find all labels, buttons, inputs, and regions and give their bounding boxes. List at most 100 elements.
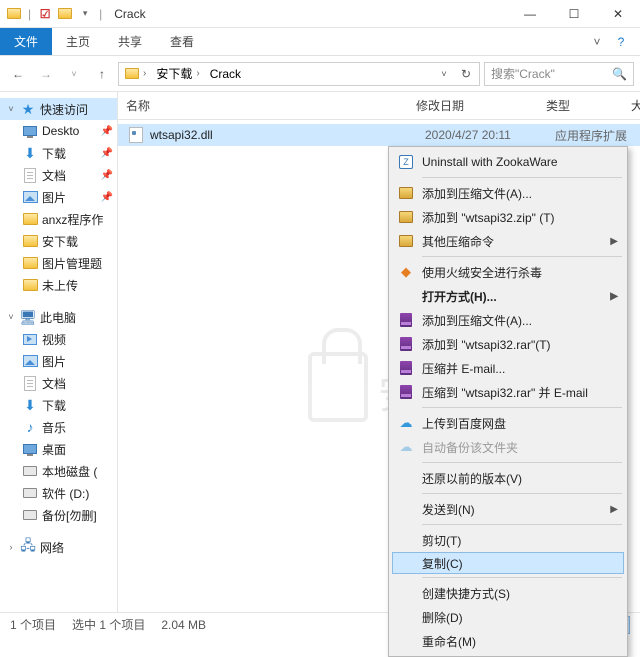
tree-this-pc[interactable]: ˅ 🖥 此电脑 bbox=[0, 306, 117, 328]
menu-shortcut[interactable]: 创建快捷方式(S) bbox=[392, 581, 624, 605]
folder-icon[interactable] bbox=[57, 6, 73, 22]
status-size: 2.04 MB bbox=[161, 618, 206, 632]
file-type: 应用程序扩展 bbox=[555, 127, 640, 144]
tree-item[interactable]: ♪音乐 bbox=[0, 416, 117, 438]
tree-quick-access[interactable]: ˅ ★ 快速访问 bbox=[0, 98, 117, 120]
tree-item[interactable]: 软件 (D:) bbox=[0, 482, 117, 504]
qat-dropdown-icon[interactable]: ▾ bbox=[77, 6, 93, 22]
menu-separator bbox=[422, 177, 622, 178]
tree-item[interactable]: 备份[勿删] bbox=[0, 504, 117, 526]
back-button[interactable]: ← bbox=[6, 62, 30, 86]
tree-item[interactable]: 图片 bbox=[0, 350, 117, 372]
submenu-arrow-icon: ▶ bbox=[610, 291, 618, 302]
file-row[interactable]: wtsapi32.dll 2020/4/27 20:11 应用程序扩展 bbox=[118, 124, 640, 146]
tree-item[interactable]: 安下载 bbox=[0, 230, 117, 252]
context-menu: ZUninstall with ZookaWare 添加到压缩文件(A)... … bbox=[388, 146, 628, 657]
status-count: 1 个项目 bbox=[10, 616, 56, 633]
drive-icon bbox=[22, 507, 38, 523]
tree-item[interactable]: 未上传 bbox=[0, 274, 117, 296]
menu-compress-rar-email[interactable]: 压缩到 "wtsapi32.rar" 并 E-mail bbox=[392, 380, 624, 404]
rar-icon bbox=[397, 311, 415, 329]
ribbon-expand-icon[interactable]: ˅ bbox=[586, 31, 608, 53]
tab-share[interactable]: 共享 bbox=[104, 28, 156, 55]
tree-network[interactable]: › 🖧 网络 bbox=[0, 536, 117, 558]
tree-item[interactable]: 本地磁盘 ( bbox=[0, 460, 117, 482]
chevron-right-icon[interactable]: › bbox=[6, 542, 16, 552]
qat-separator: | bbox=[99, 7, 102, 21]
tree-item[interactable]: ⬇下载📌 bbox=[0, 142, 117, 164]
menu-uninstall[interactable]: ZUninstall with ZookaWare bbox=[392, 150, 624, 174]
tree-item[interactable]: 桌面 bbox=[0, 438, 117, 460]
picture-icon bbox=[22, 189, 38, 205]
download-icon: ⬇ bbox=[22, 145, 38, 161]
chevron-right-icon[interactable]: › bbox=[196, 68, 199, 79]
col-name[interactable]: 名称 bbox=[118, 97, 408, 114]
shield-icon: ◆ bbox=[397, 263, 415, 281]
pin-icon: 📌 bbox=[101, 148, 113, 159]
chevron-down-icon[interactable]: ˅ bbox=[6, 104, 16, 114]
tab-file[interactable]: 文件 bbox=[0, 28, 52, 55]
recent-dropdown-icon[interactable]: ˅ bbox=[62, 62, 86, 86]
network-icon: 🖧 bbox=[20, 539, 36, 555]
tree-item[interactable]: 文档📌 bbox=[0, 164, 117, 186]
tree-item[interactable]: Deskto📌 bbox=[0, 120, 117, 142]
menu-compress-email[interactable]: 压缩并 E-mail... bbox=[392, 356, 624, 380]
menu-other-compress[interactable]: 其他压缩命令▶ bbox=[392, 229, 624, 253]
menu-separator bbox=[422, 577, 622, 578]
breadcrumb-segment[interactable]: 安下载 bbox=[156, 65, 192, 82]
tab-home[interactable]: 主页 bbox=[52, 28, 104, 55]
menu-separator bbox=[422, 407, 622, 408]
check-icon[interactable]: ☑ bbox=[37, 6, 53, 22]
menu-delete[interactable]: 删除(D) bbox=[392, 605, 624, 629]
column-headers[interactable]: 名称 修改日期 类型 大 bbox=[118, 92, 640, 120]
search-icon[interactable]: 🔍 bbox=[612, 67, 627, 81]
tree-item[interactable]: anxz程序作 bbox=[0, 208, 117, 230]
document-icon bbox=[22, 167, 38, 183]
menu-add-zip[interactable]: 添加到 "wtsapi32.zip" (T) bbox=[392, 205, 624, 229]
tree-item[interactable]: 视频 bbox=[0, 328, 117, 350]
menu-separator bbox=[422, 524, 622, 525]
download-icon: ⬇ bbox=[22, 397, 38, 413]
rar-icon bbox=[397, 335, 415, 353]
menu-cut[interactable]: 剪切(T) bbox=[392, 528, 624, 552]
menu-send-to[interactable]: 发送到(N)▶ bbox=[392, 497, 624, 521]
col-type[interactable]: 类型 bbox=[538, 97, 623, 114]
maximize-button[interactable]: ☐ bbox=[552, 0, 596, 28]
chevron-down-icon[interactable]: ˅ bbox=[6, 312, 16, 322]
refresh-button[interactable]: ↻ bbox=[455, 63, 477, 85]
tree-item[interactable]: ⬇下载 bbox=[0, 394, 117, 416]
picture-icon bbox=[22, 353, 38, 369]
chevron-right-icon[interactable]: › bbox=[143, 68, 146, 79]
archive-icon bbox=[397, 208, 415, 226]
col-date[interactable]: 修改日期 bbox=[408, 97, 538, 114]
menu-rename[interactable]: 重命名(M) bbox=[392, 629, 624, 653]
menu-add-archive[interactable]: 添加到压缩文件(A)... bbox=[392, 181, 624, 205]
tab-view[interactable]: 查看 bbox=[156, 28, 208, 55]
close-button[interactable]: ✕ bbox=[596, 0, 640, 28]
document-icon bbox=[22, 375, 38, 391]
help-icon[interactable]: ? bbox=[610, 31, 632, 53]
forward-button[interactable]: → bbox=[34, 62, 58, 86]
menu-open-with[interactable]: 打开方式(H)...▶ bbox=[392, 284, 624, 308]
menu-restore[interactable]: 还原以前的版本(V) bbox=[392, 466, 624, 490]
tree-item[interactable]: 图片📌 bbox=[0, 186, 117, 208]
address-bar[interactable]: › 安下载 › Crack ˅ ↻ bbox=[118, 62, 480, 86]
address-dropdown-icon[interactable]: ˅ bbox=[433, 63, 455, 85]
col-extra[interactable]: 大 bbox=[623, 97, 640, 114]
navigation-tree[interactable]: ˅ ★ 快速访问 Deskto📌 ⬇下载📌 文档📌 图片📌 anxz程序作 安下… bbox=[0, 92, 118, 612]
menu-add-archive-rar[interactable]: 添加到压缩文件(A)... bbox=[392, 308, 624, 332]
breadcrumb-segment[interactable]: Crack bbox=[210, 67, 241, 81]
menu-separator bbox=[422, 462, 622, 463]
menu-add-rar[interactable]: 添加到 "wtsapi32.rar"(T) bbox=[392, 332, 624, 356]
menu-copy[interactable]: 复制(C) bbox=[392, 552, 624, 574]
up-button[interactable]: ↑ bbox=[90, 62, 114, 86]
search-input[interactable]: 搜索"Crack" 🔍 bbox=[484, 62, 634, 86]
status-selected: 选中 1 个项目 bbox=[72, 616, 145, 633]
minimize-button[interactable]: — bbox=[508, 0, 552, 28]
qat-separator: | bbox=[28, 7, 31, 21]
tree-item[interactable]: 图片管理题 bbox=[0, 252, 117, 274]
archive-icon bbox=[397, 184, 415, 202]
menu-scan[interactable]: ◆使用火绒安全进行杀毒 bbox=[392, 260, 624, 284]
tree-item[interactable]: 文档 bbox=[0, 372, 117, 394]
menu-upload-baidu[interactable]: ☁上传到百度网盘 bbox=[392, 411, 624, 435]
